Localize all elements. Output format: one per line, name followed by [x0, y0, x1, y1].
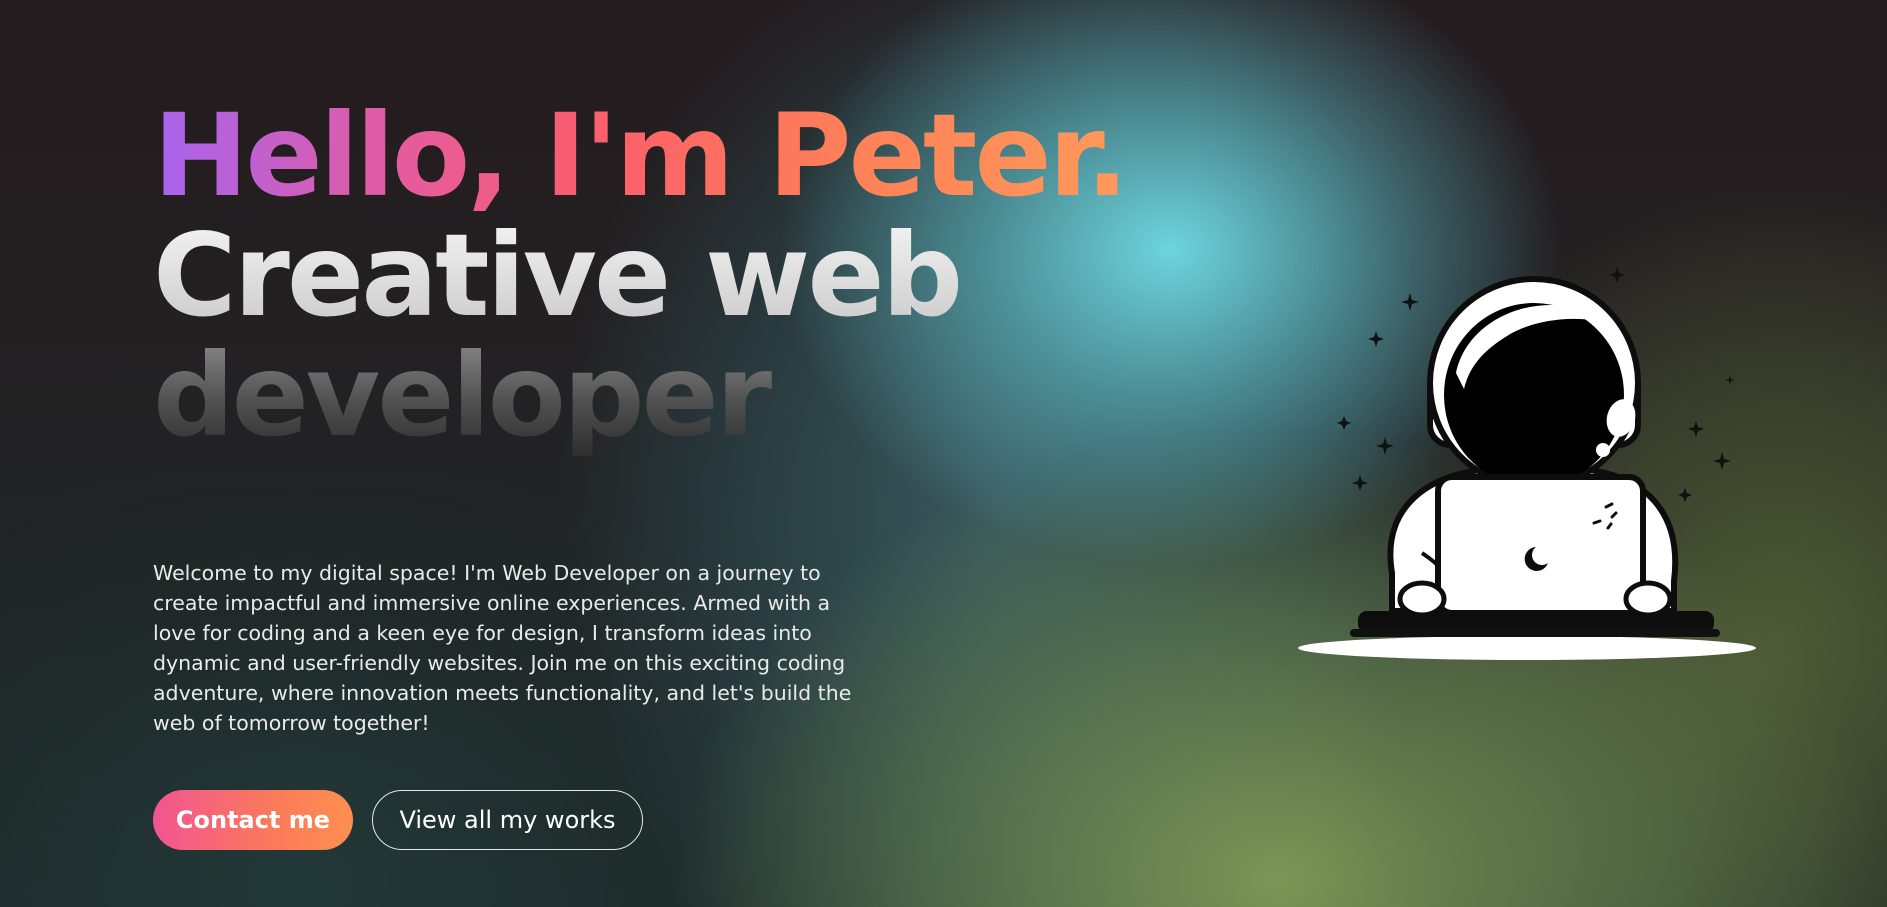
hero-headline: Hello, I'm Peter. Creative web developer: [153, 96, 1153, 456]
title-line-2: developer: [153, 336, 1153, 456]
greeting-line: Hello, I'm Peter.: [153, 96, 1153, 216]
astronaut-laptop-image: [1298, 267, 1756, 660]
hero-actions: Contact me View all my works: [153, 790, 643, 850]
intro-paragraph: Welcome to my digital space! I'm Web Dev…: [153, 561, 852, 735]
hero-section: Hello, I'm Peter. Creative web developer: [153, 96, 1153, 456]
astronaut-illustration: [1290, 255, 1770, 675]
greeting-text: Hello, I'm: [153, 89, 732, 222]
ground-shadow: [1298, 636, 1756, 660]
view-works-button[interactable]: View all my works: [372, 790, 643, 850]
name-text: Peter.: [768, 89, 1126, 222]
title-line-1: Creative web: [153, 216, 1153, 336]
contact-button[interactable]: Contact me: [153, 790, 353, 850]
